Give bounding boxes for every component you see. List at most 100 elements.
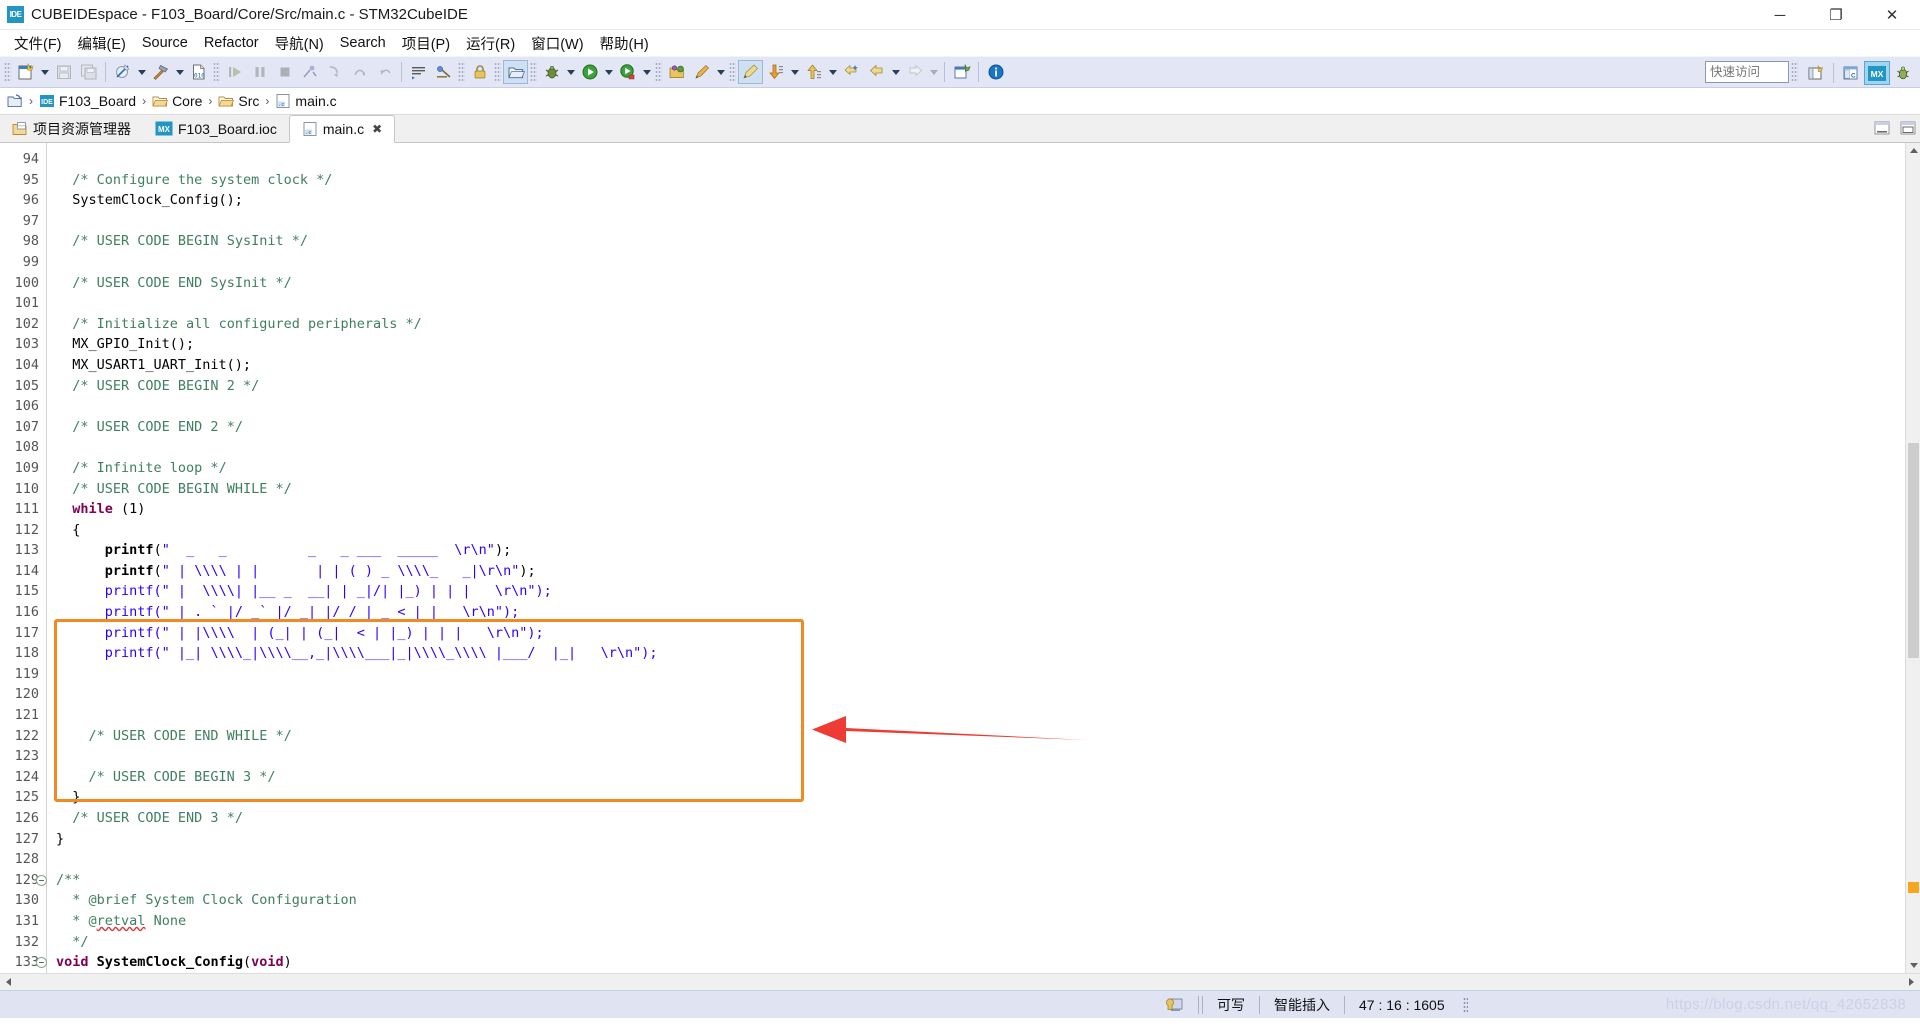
- terminate-icon[interactable]: [272, 60, 297, 84]
- tab-close-icon[interactable]: ✖: [372, 122, 382, 136]
- suspend-icon[interactable]: [247, 60, 272, 84]
- marker-icon[interactable]: [738, 60, 763, 84]
- toolbar-grip-6[interactable]: [655, 62, 662, 82]
- save-icon[interactable]: [51, 60, 76, 84]
- profile-icon[interactable]: [664, 60, 689, 84]
- code-line[interactable]: /**: [56, 870, 1905, 891]
- code-line[interactable]: [56, 746, 1905, 767]
- code-line[interactable]: /* Infinite loop */: [56, 458, 1905, 479]
- step-over-icon[interactable]: [347, 60, 372, 84]
- close-button[interactable]: ✕: [1864, 0, 1920, 30]
- scrollbar-thumb[interactable]: [1908, 443, 1919, 658]
- fold-toggle-icon[interactable]: [36, 957, 47, 969]
- code-line[interactable]: void SystemClock_Config(void): [56, 952, 1905, 973]
- run-icon[interactable]: [577, 60, 602, 84]
- build-all-icon[interactable]: [110, 60, 135, 84]
- code-line[interactable]: }: [56, 787, 1905, 808]
- overview-ruler-marker[interactable]: [1908, 882, 1919, 893]
- code-line[interactable]: MX_GPIO_Init();: [56, 334, 1905, 355]
- forward-icon[interactable]: [902, 60, 927, 84]
- code-line[interactable]: printf(" | |\\\\ | (_| | (_| < | |_) | |…: [56, 623, 1905, 644]
- scroll-down-icon[interactable]: [1906, 958, 1920, 973]
- horizontal-scroll-track[interactable]: [17, 974, 1903, 991]
- code-line[interactable]: printf(" | \\\\| |__ _ __| | _|/| |_) | …: [56, 581, 1905, 602]
- menu-file[interactable]: 文件(F): [6, 30, 70, 57]
- toolbar-grip-7[interactable]: [729, 62, 736, 82]
- code-editor[interactable]: 94 95 96 97 98 99 100 101 102 103 104 105 106 107 108 1…: [0, 143, 1920, 973]
- build-all-dropdown-arrow[interactable]: [135, 60, 148, 84]
- binary-file-icon[interactable]: 010: [186, 60, 211, 84]
- toolbar-grip-2[interactable]: [213, 62, 220, 82]
- breadcrumb-item-workspace[interactable]: [7, 93, 23, 109]
- code-line[interactable]: printf(" _ _ _ _ ___ _____ \r\n");: [56, 540, 1905, 561]
- code-line[interactable]: MX_USART1_UART_Init();: [56, 355, 1905, 376]
- code-line[interactable]: /* Configure the system clock */: [56, 170, 1905, 191]
- code-line[interactable]: * @brief System Clock Configuration: [56, 890, 1905, 911]
- code-line[interactable]: /* USER CODE END WHILE */: [56, 726, 1905, 747]
- back-dropdown-arrow[interactable]: [889, 60, 902, 84]
- back-icon[interactable]: [864, 60, 889, 84]
- next-annotation-icon[interactable]: [763, 60, 788, 84]
- step-into-icon[interactable]: [322, 60, 347, 84]
- code-line[interactable]: [56, 252, 1905, 273]
- code-line[interactable]: /* USER CODE BEGIN 3 */: [56, 767, 1905, 788]
- new-icon[interactable]: [13, 60, 38, 84]
- code-line[interactable]: /* Initialize all configured peripherals…: [56, 314, 1905, 335]
- run-dropdown-arrow[interactable]: [602, 60, 615, 84]
- debug-bug-icon[interactable]: [539, 60, 564, 84]
- code-line[interactable]: /* USER CODE BEGIN 2 */: [56, 376, 1905, 397]
- pencil-dropdown-arrow[interactable]: [714, 60, 727, 84]
- information-icon[interactable]: [983, 60, 1008, 84]
- status-grip[interactable]: [1462, 996, 1468, 1013]
- toolbar-grip[interactable]: [4, 62, 11, 82]
- new-dropdown-arrow[interactable]: [38, 60, 51, 84]
- code-line[interactable]: * @retval None: [56, 911, 1905, 932]
- code-line[interactable]: printf(" |_| \\\\_|\\\\__,_|\\\\___|_|\\…: [56, 643, 1905, 664]
- menu-project[interactable]: 项目(P): [394, 30, 458, 57]
- code-line[interactable]: SystemClock_Config();: [56, 190, 1905, 211]
- save-all-icon[interactable]: [76, 60, 101, 84]
- quick-access-input[interactable]: [1705, 61, 1789, 83]
- code-line[interactable]: printf(" | . ` |/ _` |/ _| |/ / | _ < | …: [56, 602, 1905, 623]
- code-line[interactable]: [56, 684, 1905, 705]
- build-status-icon[interactable]: [1150, 992, 1198, 1018]
- code-line[interactable]: {: [56, 520, 1905, 541]
- tab-main-c[interactable]: .c main.c ✖: [288, 115, 396, 143]
- scroll-right-icon[interactable]: [1903, 974, 1920, 991]
- lock-icon[interactable]: [467, 60, 492, 84]
- code-line[interactable]: */: [56, 932, 1905, 953]
- c-cpp-perspective-icon[interactable]: C: [1838, 61, 1864, 85]
- next-annotation-dropdown-arrow[interactable]: [788, 60, 801, 84]
- resume-icon[interactable]: [222, 60, 247, 84]
- last-edit-icon[interactable]: [839, 60, 864, 84]
- debug-perspective-icon[interactable]: [1890, 61, 1916, 85]
- device-configuration-perspective-icon[interactable]: MX: [1864, 61, 1890, 85]
- breadcrumb-item-src[interactable]: Src: [218, 93, 259, 109]
- maximize-panel-icon[interactable]: [1900, 120, 1916, 136]
- forward-dropdown-arrow[interactable]: [927, 60, 940, 84]
- breadcrumb-item-core[interactable]: Core: [152, 93, 202, 109]
- code-line[interactable]: }: [56, 829, 1905, 850]
- toolbar-grip-3[interactable]: [458, 62, 465, 82]
- pencil-edit-icon[interactable]: [689, 60, 714, 84]
- fold-toggle-icon[interactable]: [36, 874, 47, 886]
- menu-edit[interactable]: 编辑(E): [70, 30, 134, 57]
- minimize-panel-icon[interactable]: [1874, 120, 1890, 136]
- code-text-area[interactable]: /* Configure the system clock */ SystemC…: [47, 143, 1905, 973]
- breadcrumb-item-file[interactable]: .c main.c: [275, 93, 337, 109]
- code-line[interactable]: [56, 149, 1905, 170]
- toolbar-grip-5[interactable]: [530, 62, 537, 82]
- previous-annotation-icon[interactable]: [801, 60, 826, 84]
- menu-run[interactable]: 运行(R): [458, 30, 523, 57]
- code-line[interactable]: [56, 849, 1905, 870]
- run-external-dropdown-arrow[interactable]: [640, 60, 653, 84]
- console-icon[interactable]: [406, 60, 431, 84]
- code-line[interactable]: while (1): [56, 499, 1905, 520]
- code-line[interactable]: [56, 396, 1905, 417]
- menu-help[interactable]: 帮助(H): [592, 30, 657, 57]
- minimize-button[interactable]: ─: [1752, 0, 1808, 30]
- menu-navigate[interactable]: 导航(N): [267, 30, 332, 57]
- code-line[interactable]: /* USER CODE END SysInit */: [56, 273, 1905, 294]
- code-line[interactable]: /* USER CODE END 2 */: [56, 417, 1905, 438]
- menu-refactor[interactable]: Refactor: [196, 32, 267, 54]
